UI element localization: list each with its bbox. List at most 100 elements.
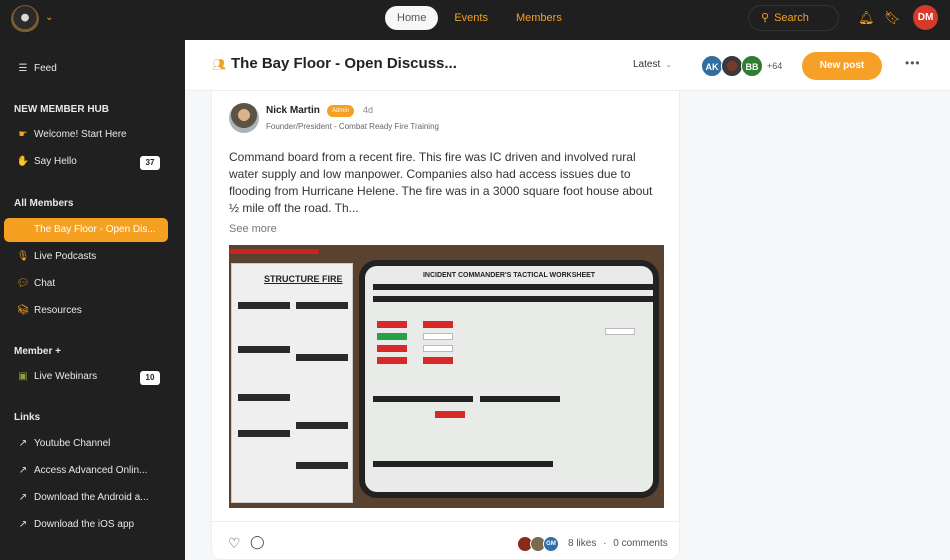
feed-icon: ☰ (18, 63, 28, 74)
board-header-row (373, 296, 657, 302)
section-heading-new-member-hub: NEW MEMBER HUB (14, 104, 109, 115)
more-members-count[interactable]: +64 (767, 61, 782, 71)
sidebar-item-say-hello[interactable]: ✋ Say Hello 37 (4, 150, 168, 174)
sidebar-link-android-app[interactable]: ↗ Download the Android a... (4, 486, 168, 510)
nav-members[interactable]: Members (504, 6, 574, 30)
pointing-hand-icon: ☛ (18, 129, 28, 140)
notebook-section (238, 394, 290, 401)
notebook-section (296, 302, 348, 309)
member-avatar[interactable] (721, 55, 743, 77)
notebook-title: STRUCTURE FIRE (264, 274, 343, 284)
sidebar-link-ios-app[interactable]: ↗ Download the iOS app (4, 513, 168, 537)
sidebar-item-label: The Bay Floor - Open Dis... (34, 224, 156, 235)
section-heading-all-members: All Members (14, 198, 74, 209)
top-bar: ⌄ Home Events Members ⚲ Search 🔔︎ 🔖︎ DM (0, 0, 950, 40)
structure-fire-notebook: STRUCTURE FIRE (231, 263, 353, 503)
separator: · (603, 538, 607, 549)
board-header-row (373, 461, 553, 467)
bell-icon[interactable]: 🔔︎ (858, 10, 875, 26)
sidebar-item-label: Download the Android a... (34, 492, 149, 503)
divider (212, 521, 679, 522)
books-icon: 📚︎ (16, 305, 30, 316)
board-header-row (373, 284, 657, 290)
more-options-icon[interactable]: ••• (905, 56, 921, 70)
like-icon[interactable]: ♡ (228, 535, 241, 552)
unit-tag (423, 345, 453, 352)
sidebar-item-label: Download the iOS app (34, 519, 135, 530)
board-header-row (480, 396, 560, 402)
new-post-button[interactable]: New post (802, 52, 882, 80)
external-link-icon: ↗ (18, 465, 28, 476)
group-icon: 👥︎ (212, 59, 226, 71)
admin-badge: Admin (327, 105, 355, 117)
unit-tag (435, 411, 465, 418)
sidebar-item-label: Youtube Channel (34, 438, 111, 449)
page-title: The Bay Floor - Open Discuss... (231, 55, 457, 72)
user-avatar[interactable]: DM (913, 5, 938, 30)
unit-tag (377, 345, 407, 352)
post-image[interactable]: INCIDENT COMMANDER'S TACTICAL WORKSHEET … (229, 245, 664, 508)
main-nav: Home Events Members (385, 6, 578, 30)
member-avatar[interactable]: AK (701, 55, 723, 77)
sidebar-item-label: Access Advanced Onlin... (34, 465, 148, 476)
section-heading-links: Links (14, 412, 41, 423)
chat-bubble-icon: 💬︎ (16, 278, 30, 289)
comments-count[interactable]: 0 comments (613, 538, 667, 549)
microphone-icon: 🎙︎ (16, 251, 30, 262)
unread-badge: 10 (140, 371, 160, 385)
sort-dropdown[interactable]: Latest ⌄ (633, 59, 672, 70)
board-title: INCIDENT COMMANDER'S TACTICAL WORKSHEET (422, 272, 596, 279)
see-more-link[interactable]: See more (229, 223, 277, 235)
unit-tag (423, 357, 453, 364)
unit-tag (377, 333, 407, 340)
right-pane (680, 91, 950, 560)
external-link-icon: ↗ (18, 519, 28, 530)
post-time: 4d (363, 105, 374, 115)
likes-count[interactable]: 8 likes (568, 538, 596, 549)
sidebar-item-chat[interactable]: 💬︎ Chat (4, 272, 168, 296)
unit-tag (423, 321, 453, 328)
liker-avatar[interactable]: GM (543, 536, 559, 552)
sidebar-item-feed[interactable]: ☰ Feed (4, 57, 168, 81)
sidebar-item-resources[interactable]: 📚︎ Resources (4, 299, 168, 323)
external-link-icon: ↗ (18, 492, 28, 503)
sidebar-item-live-podcasts[interactable]: 🎙︎ Live Podcasts (4, 245, 168, 269)
notebook-section (296, 422, 348, 429)
sidebar-link-advanced-online[interactable]: ↗ Access Advanced Onlin... (4, 459, 168, 483)
unread-badge: 37 (140, 156, 160, 170)
section-heading-member-plus: Member + (14, 346, 61, 357)
search-icon: ⚲ (761, 12, 770, 24)
notebook-section (296, 354, 348, 361)
group-icon: 👥︎ (16, 224, 30, 235)
unit-tag (377, 357, 407, 364)
post-body: Command board from a recent fire. This f… (229, 150, 653, 215)
author-avatar[interactable] (229, 103, 259, 133)
search-button[interactable]: ⚲ Search (748, 5, 839, 31)
unit-tag (377, 321, 407, 328)
author-name[interactable]: Nick Martin (266, 105, 320, 116)
sidebar-item-welcome[interactable]: ☛ Welcome! Start Here (4, 123, 168, 147)
community-logo[interactable] (11, 5, 39, 33)
comment-icon[interactable]: ◯ (250, 534, 265, 550)
nav-home[interactable]: Home (385, 6, 439, 30)
sidebar-item-label: Live Podcasts (34, 251, 97, 262)
chevron-down-icon[interactable]: ⌄ (45, 12, 53, 23)
notebook-section (296, 462, 348, 469)
nav-events[interactable]: Events (442, 6, 500, 30)
webinar-screen-icon: ▣ (18, 371, 28, 382)
sort-label: Latest (633, 59, 661, 70)
bookmark-icon[interactable]: 🔖︎ (884, 10, 901, 26)
member-avatar[interactable]: BB (741, 55, 763, 77)
marker-pen (229, 249, 319, 254)
sidebar: ☰ Feed NEW MEMBER HUB ☛ Welcome! Start H… (0, 40, 185, 560)
post-card: Nick Martin Admin 4d Founder/President -… (211, 91, 680, 560)
chevron-down-icon: ⌄ (665, 60, 672, 69)
sidebar-item-label: Live Webinars (34, 371, 98, 382)
sidebar-item-bay-floor[interactable]: 👥︎ The Bay Floor - Open Dis... (4, 218, 168, 242)
sidebar-item-live-webinars[interactable]: ▣ Live Webinars 10 (4, 365, 168, 389)
author-role: Founder/President - Combat Ready Fire Tr… (266, 122, 439, 131)
waving-hand-icon: ✋ (16, 156, 30, 167)
notebook-section (238, 346, 290, 353)
space-header: 👥︎ The Bay Floor - Open Discuss... Lates… (185, 40, 950, 91)
sidebar-link-youtube[interactable]: ↗ Youtube Channel (4, 432, 168, 456)
